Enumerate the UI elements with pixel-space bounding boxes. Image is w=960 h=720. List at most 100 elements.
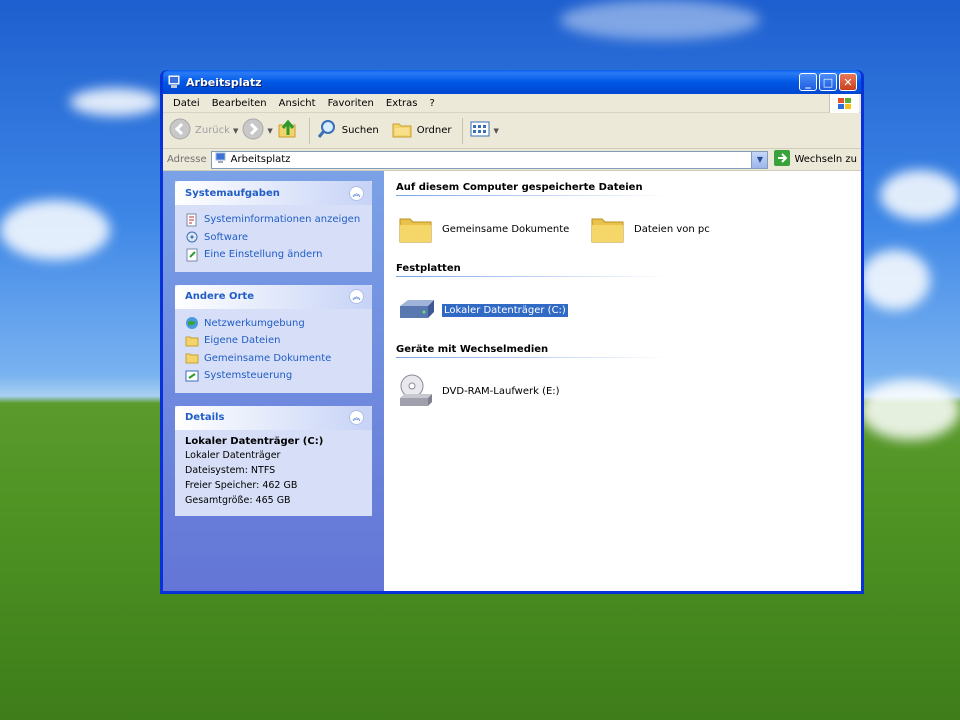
forward-arrow-icon xyxy=(242,118,264,143)
folder-icon xyxy=(185,334,199,348)
minimize-button[interactable]: _ xyxy=(799,73,817,91)
place-network[interactable]: Netzwerkumgebung xyxy=(185,315,362,333)
collapse-chevron-icon[interactable]: ︽ xyxy=(349,289,364,304)
menu-extras[interactable]: Extras xyxy=(380,98,424,109)
details-total-size: Gesamtgröße: 465 GB xyxy=(185,494,291,506)
menu-bearbeiten[interactable]: Bearbeiten xyxy=(206,98,273,109)
task-software[interactable]: Software xyxy=(185,229,362,247)
dvd-drive-icon xyxy=(396,372,436,410)
task-pane: Systemaufgaben ︽ Systeminformationen anz… xyxy=(163,171,384,591)
place-label: Systemsteuerung xyxy=(204,370,293,382)
forward-dropdown-icon[interactable]: ▼ xyxy=(267,127,272,135)
computer-icon xyxy=(215,152,227,167)
other-places-header[interactable]: Andere Orte ︽ xyxy=(175,284,372,309)
menu-bar: Datei Bearbeiten Ansicht Favoriten Extra… xyxy=(163,94,861,113)
toolbar: Zurück ▼ ▼ Suchen Ordner ▼ xyxy=(163,113,861,149)
up-button[interactable] xyxy=(277,118,299,143)
system-tasks-title: Systemaufgaben xyxy=(185,187,280,199)
search-button[interactable]: Suchen xyxy=(316,118,379,143)
menu-favoriten[interactable]: Favoriten xyxy=(322,98,380,109)
details-item-name: Lokaler Datenträger (C:) xyxy=(185,435,324,447)
details-header[interactable]: Details ︽ xyxy=(175,405,372,430)
address-bar: Adresse Arbeitsplatz ▼ Wechseln zu xyxy=(163,149,861,171)
cloud xyxy=(880,170,960,220)
task-label: Eine Einstellung ändern xyxy=(204,249,323,261)
item-dvd-ram-drive[interactable]: DVD-RAM-Laufwerk (E:) xyxy=(396,372,588,410)
search-icon xyxy=(316,118,338,143)
network-icon xyxy=(185,316,199,330)
close-button[interactable]: ✕ xyxy=(839,73,857,91)
item-label: Dateien von pc xyxy=(634,223,710,235)
item-files-of-pc[interactable]: Dateien von pc xyxy=(588,210,780,248)
views-button[interactable]: ▼ xyxy=(469,118,499,143)
folders-label: Ordner xyxy=(416,125,452,136)
forward-button[interactable]: ▼ xyxy=(242,118,273,143)
folder-icon xyxy=(396,210,436,248)
window-title: Arbeitsplatz xyxy=(186,75,262,89)
details-free-space: Freier Speicher: 462 GB xyxy=(185,479,298,491)
task-label: Software xyxy=(204,231,249,243)
item-label: Lokaler Datenträger (C:) xyxy=(441,302,569,318)
explorer-window: Arbeitsplatz _ □ ✕ Datei Bearbeiten Ansi… xyxy=(160,70,864,594)
details-panel: Details ︽ Lokaler Datenträger (C:) Lokal… xyxy=(175,405,372,516)
menu-ansicht[interactable]: Ansicht xyxy=(273,98,322,109)
place-label: Gemeinsame Dokumente xyxy=(204,352,332,364)
other-places-title: Andere Orte xyxy=(185,291,254,302)
place-label: Eigene Dateien xyxy=(204,335,281,347)
folder-icon xyxy=(185,351,199,365)
cloud xyxy=(860,250,930,310)
back-button[interactable]: Zurück ▼ xyxy=(169,118,238,143)
item-label: DVD-RAM-Laufwerk (E:) xyxy=(442,385,560,397)
item-local-disk-c[interactable]: Lokaler Datenträger (C:) xyxy=(396,291,588,329)
other-places-panel: Andere Orte ︽ Netzwerkumgebung Eigene Da… xyxy=(175,284,372,393)
collapse-chevron-icon[interactable]: ︽ xyxy=(349,410,364,425)
menu-datei[interactable]: Datei xyxy=(167,98,206,109)
address-field[interactable]: Arbeitsplatz ▼ xyxy=(210,150,769,169)
cloud xyxy=(70,88,160,116)
folders-icon xyxy=(391,118,413,143)
group-title-hard-disks: Festplatten xyxy=(396,263,461,274)
group-divider xyxy=(396,195,786,196)
settings-icon xyxy=(185,248,199,262)
menu-help[interactable]: ? xyxy=(424,98,441,109)
item-shared-documents[interactable]: Gemeinsame Dokumente xyxy=(396,210,588,248)
system-tasks-header[interactable]: Systemaufgaben ︽ xyxy=(175,181,372,205)
back-dropdown-icon[interactable]: ▼ xyxy=(233,127,238,135)
collapse-chevron-icon[interactable]: ︽ xyxy=(349,185,364,201)
folder-icon xyxy=(588,210,628,248)
views-dropdown-icon[interactable]: ▼ xyxy=(494,127,499,135)
group-divider xyxy=(396,357,786,358)
group-title-removable: Geräte mit Wechselmedien xyxy=(396,344,549,355)
hard-drive-icon xyxy=(396,291,436,329)
task-change-setting[interactable]: Eine Einstellung ändern xyxy=(185,246,362,264)
folder-up-icon xyxy=(277,118,299,143)
file-view: Auf diesem Computer gespeicherte Dateien… xyxy=(384,171,861,591)
details-filesystem: Dateisystem: NTFS xyxy=(185,464,276,476)
place-my-documents[interactable]: Eigene Dateien xyxy=(185,332,362,350)
windows-logo-icon xyxy=(829,94,859,113)
place-shared-documents[interactable]: Gemeinsame Dokumente xyxy=(185,350,362,368)
group-divider xyxy=(396,276,786,277)
task-system-info[interactable]: Systeminformationen anzeigen xyxy=(185,211,362,229)
details-title: Details xyxy=(185,412,225,423)
place-label: Netzwerkumgebung xyxy=(204,317,305,329)
maximize-button[interactable]: □ xyxy=(819,73,837,91)
toolbar-separator xyxy=(308,117,310,144)
address-dropdown-icon[interactable]: ▼ xyxy=(751,151,768,168)
go-button[interactable]: Wechseln zu xyxy=(774,150,857,169)
back-label: Zurück xyxy=(195,125,230,136)
cloud xyxy=(560,0,760,40)
toolbar-separator xyxy=(461,117,463,144)
back-arrow-icon xyxy=(169,118,191,143)
address-label: Adresse xyxy=(167,154,207,165)
details-item-type: Lokaler Datenträger xyxy=(185,449,281,461)
item-label: Gemeinsame Dokumente xyxy=(442,223,570,235)
folders-button[interactable]: Ordner xyxy=(391,118,452,143)
title-bar[interactable]: Arbeitsplatz _ □ ✕ xyxy=(163,70,861,94)
software-icon xyxy=(185,230,199,244)
views-icon xyxy=(469,118,491,143)
go-arrow-icon xyxy=(774,150,791,169)
address-value: Arbeitsplatz xyxy=(230,154,291,165)
place-control-panel[interactable]: Systemsteuerung xyxy=(185,367,362,385)
task-label: Systeminformationen anzeigen xyxy=(204,214,361,226)
